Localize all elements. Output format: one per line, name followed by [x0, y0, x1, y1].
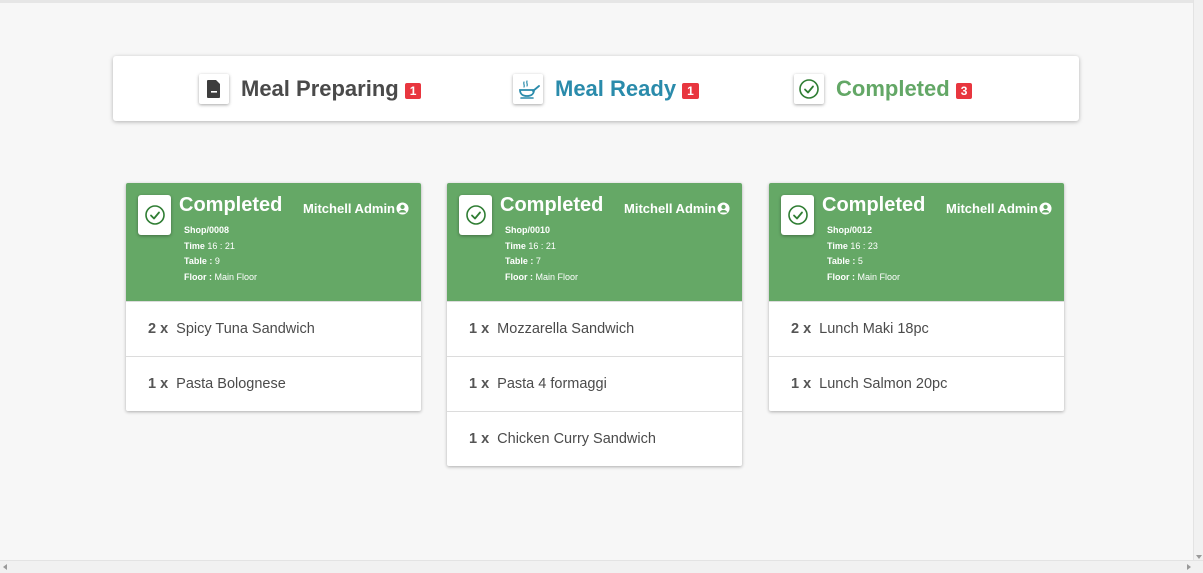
order-table: 5 [857, 256, 863, 266]
order-ref: Shop/0012 [827, 225, 873, 235]
tab-completed[interactable]: Completed 3 [794, 72, 973, 106]
order-card[interactable]: Completed Mitchell Admin Shop/0012 Time … [769, 183, 1064, 411]
order-time: 16 : 21 [528, 240, 556, 251]
line-qty: 1 x [469, 376, 490, 392]
order-floor: Main Floor [857, 271, 901, 282]
user-circle-icon [396, 202, 409, 215]
order-line[interactable]: 1 x Mozzarella Sandwich [447, 301, 742, 356]
tab-meal-ready[interactable]: Meal Ready 1 [513, 72, 699, 106]
order-line[interactable]: 2 x Lunch Maki 18pc [769, 301, 1064, 356]
time-label: Time [184, 240, 205, 251]
order-state: Completed [822, 194, 926, 216]
floor-label: Floor : [827, 271, 855, 282]
order-line[interactable]: 1 x Lunch Salmon 20pc [769, 356, 1064, 411]
scroll-left-arrow-icon[interactable] [3, 564, 7, 570]
line-qty: 1 x [469, 321, 490, 337]
count-badge: 3 [955, 83, 973, 99]
scroll-right-arrow-icon[interactable] [1187, 564, 1191, 570]
line-qty: 1 x [148, 376, 169, 392]
tab-label: Completed [836, 76, 950, 101]
serving-pan-icon [513, 74, 543, 104]
order-user: Mitchell Admin [946, 201, 1052, 216]
order-user: Mitchell Admin [303, 201, 409, 216]
line-product: Pasta Bolognese [176, 376, 286, 392]
order-meta: Shop/0010 Time 16 : 21 Table : 7 Floor :… [505, 223, 578, 285]
order-card[interactable]: Completed Mitchell Admin Shop/0010 Time … [447, 183, 742, 466]
line-product: Pasta 4 formaggi [497, 376, 607, 392]
floor-label: Floor : [505, 271, 533, 282]
time-label: Time [827, 240, 848, 251]
check-circle-icon [794, 74, 824, 104]
document-icon [199, 74, 229, 104]
horizontal-scrollbar[interactable] [0, 560, 1203, 573]
user-name: Mitchell Admin [946, 201, 1038, 216]
order-meta: Shop/0008 Time 16 : 21 Table : 9 Floor :… [184, 223, 257, 285]
order-floor: Main Floor [535, 271, 579, 282]
order-table: 9 [214, 256, 220, 266]
tab-label: Meal Preparing [241, 76, 399, 101]
check-circle-icon [459, 195, 492, 235]
line-qty: 1 x [469, 431, 490, 447]
order-card-header: Completed Mitchell Admin Shop/0008 Time … [126, 183, 421, 301]
order-line[interactable]: 1 x Pasta Bolognese [126, 356, 421, 411]
table-label: Table : [184, 256, 213, 266]
order-ref: Shop/0008 [184, 225, 230, 235]
line-product: Lunch Maki 18pc [819, 321, 929, 337]
time-label: Time [505, 240, 526, 251]
scroll-down-arrow-icon[interactable] [1196, 555, 1202, 559]
check-circle-icon [781, 195, 814, 235]
user-name: Mitchell Admin [303, 201, 395, 216]
line-qty: 2 x [148, 321, 169, 337]
order-ref: Shop/0010 [505, 225, 551, 235]
table-label: Table : [505, 256, 534, 266]
tab-label: Meal Ready [555, 76, 677, 101]
user-name: Mitchell Admin [624, 201, 716, 216]
table-label: Table : [827, 256, 856, 266]
order-meta: Shop/0012 Time 16 : 23 Table : 5 Floor :… [827, 223, 900, 285]
order-card-header: Completed Mitchell Admin Shop/0010 Time … [447, 183, 742, 301]
count-badge: 1 [682, 83, 699, 99]
user-circle-icon [1039, 202, 1052, 215]
status-tabs: Meal Preparing 1 Meal Ready 1 Completed … [113, 56, 1079, 121]
line-product: Chicken Curry Sandwich [497, 431, 656, 447]
vertical-scrollbar[interactable] [1193, 0, 1203, 573]
line-product: Spicy Tuna Sandwich [176, 321, 315, 337]
tab-meal-preparing[interactable]: Meal Preparing 1 [199, 72, 422, 106]
floor-label: Floor : [184, 271, 212, 282]
user-circle-icon [717, 202, 730, 215]
order-card-header: Completed Mitchell Admin Shop/0012 Time … [769, 183, 1064, 301]
order-time: 16 : 21 [207, 240, 235, 251]
order-user: Mitchell Admin [624, 201, 730, 216]
order-line[interactable]: 1 x Pasta 4 formaggi [447, 356, 742, 411]
order-table: 7 [535, 256, 541, 266]
order-state: Completed [500, 194, 604, 216]
line-qty: 2 x [791, 321, 812, 337]
top-divider [0, 0, 1203, 3]
line-qty: 1 x [791, 376, 812, 392]
line-product: Mozzarella Sandwich [497, 321, 635, 337]
count-badge: 1 [404, 83, 422, 99]
order-card[interactable]: Completed Mitchell Admin Shop/0008 Time … [126, 183, 421, 411]
order-line[interactable]: 1 x Chicken Curry Sandwich [447, 411, 742, 466]
line-product: Lunch Salmon 20pc [819, 376, 948, 392]
order-floor: Main Floor [214, 271, 258, 282]
order-line[interactable]: 2 x Spicy Tuna Sandwich [126, 301, 421, 356]
order-state: Completed [179, 194, 283, 216]
order-time: 16 : 23 [850, 240, 878, 251]
check-circle-icon [138, 195, 171, 235]
